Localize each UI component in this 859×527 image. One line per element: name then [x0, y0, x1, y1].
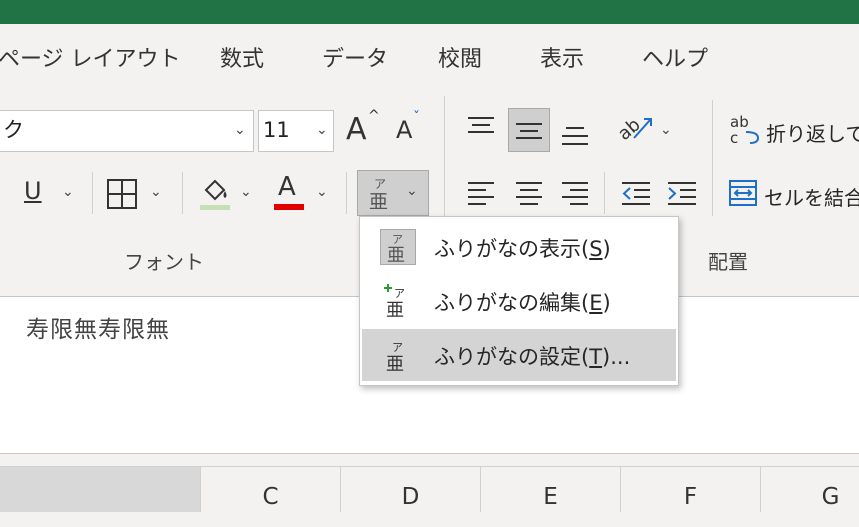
column-header-f[interactable]: F [620, 467, 760, 512]
align-right-icon[interactable] [560, 178, 590, 208]
font-color-icon: A [278, 172, 296, 202]
svg-text:c: c [730, 129, 738, 146]
increase-font-size-button[interactable]: A ^ [346, 108, 380, 148]
svg-text:亜: 亜 [386, 300, 404, 319]
phonetic-guide-icon: ア 亜 [369, 177, 388, 211]
tab-review[interactable]: 校閲 [438, 41, 482, 73]
phonetic-guide-button[interactable]: ア 亜 ⌄ [357, 170, 429, 216]
align-center-icon[interactable] [514, 178, 544, 208]
tab-data[interactable]: データ [322, 41, 388, 73]
orientation-icon[interactable]: ab [618, 110, 654, 144]
caret-up-icon: ^ [368, 108, 380, 124]
column-header-e[interactable]: E [480, 467, 620, 512]
cell-content: 寿限無寿限無 [26, 317, 170, 343]
decrease-font-size-button[interactable]: A ˇ [396, 110, 430, 150]
menu-item-phonetic-settings[interactable]: ア 亜 ふりがなの設定(T)... [362, 329, 676, 381]
menu-item-edit-phonetic[interactable]: ア 亜 ふりがなの編集(E) [362, 275, 676, 327]
column-header-c[interactable]: C [200, 467, 340, 512]
merge-button[interactable]: セルを結合 [764, 182, 859, 211]
phonetic-dropdown-chevron-down-icon: ⌄ [406, 183, 418, 199]
fill-color-dropdown-chevron-down-icon[interactable]: ⌄ [240, 184, 252, 200]
ribbon-tabs: ページ レイアウト 数式 データ 校閲 表示 ヘルプ [0, 24, 859, 86]
divider [346, 172, 347, 214]
underline-button[interactable]: U [24, 177, 42, 205]
tab-formulas[interactable]: 数式 [220, 41, 264, 73]
middle-align-button[interactable] [508, 108, 550, 152]
alignment-group-label: 配置 [708, 250, 748, 274]
wrap-text-button[interactable]: 折り返して [766, 118, 859, 147]
shrink-font-icon: A [396, 116, 413, 144]
merge-center-icon[interactable] [728, 178, 758, 208]
divider [604, 172, 605, 214]
font-size-value: 11 [263, 118, 290, 142]
top-align-icon[interactable] [466, 112, 496, 142]
phonetic-edit-icon: ア 亜 [380, 283, 416, 321]
borders-dropdown-chevron-down-icon[interactable]: ⌄ [150, 184, 162, 200]
bottom-align-icon[interactable] [560, 118, 590, 148]
svg-text:ア: ア [392, 341, 403, 354]
font-name-dropdown-chevron-down-icon[interactable]: ⌄ [234, 122, 246, 138]
divider [712, 100, 713, 216]
svg-text:亜: 亜 [386, 354, 404, 373]
svg-text:ア: ア [374, 177, 386, 191]
grow-font-icon: A [346, 112, 367, 147]
phonetic-dropdown-menu: ア 亜 ふりがなの表示(S) ア 亜 ふりがなの編集(E) ア 亜 ふりがなの設… [359, 216, 679, 386]
font-name-value: ク [3, 118, 24, 142]
divider [182, 172, 183, 214]
tab-help[interactable]: ヘルプ [642, 41, 708, 73]
tab-view[interactable]: 表示 [540, 41, 584, 73]
divider [92, 172, 93, 214]
underline-dropdown-chevron-down-icon[interactable]: ⌄ [62, 184, 74, 200]
column-headers: C D E F G [0, 466, 859, 512]
title-bar [0, 0, 859, 24]
font-group-label: フォント [124, 250, 204, 274]
column-header-g[interactable]: G [760, 467, 859, 512]
fill-color-icon[interactable] [198, 174, 232, 212]
svg-text:ア: ア [394, 287, 405, 300]
orientation-dropdown-chevron-down-icon[interactable]: ⌄ [660, 122, 672, 138]
phonetic-settings-icon: ア 亜 [380, 337, 416, 375]
font-color-button[interactable]: A [272, 172, 306, 212]
wrap-text-icon[interactable]: ab c [728, 112, 762, 146]
middle-align-icon [516, 123, 542, 139]
menu-item-show-phonetic[interactable]: ア 亜 ふりがなの表示(S) [362, 221, 676, 273]
column-header-d[interactable]: D [340, 467, 480, 512]
phonetic-show-icon: ア 亜 [380, 229, 416, 266]
font-size-dropdown-chevron-down-icon[interactable]: ⌄ [316, 122, 328, 138]
svg-text:亜: 亜 [369, 191, 388, 211]
column-header-selected[interactable] [0, 467, 200, 512]
caret-down-icon: ˇ [413, 110, 420, 126]
tab-page-layout[interactable]: ページ レイアウト [0, 41, 181, 73]
font-color-dropdown-chevron-down-icon[interactable]: ⌄ [316, 184, 328, 200]
svg-text:亜: 亜 [387, 245, 405, 264]
font-color-swatch [274, 204, 304, 210]
decrease-indent-icon[interactable] [620, 178, 652, 208]
align-left-icon[interactable] [466, 178, 496, 208]
borders-icon[interactable] [106, 178, 138, 210]
increase-indent-icon[interactable] [666, 178, 698, 208]
font-name-field[interactable]: ク [0, 110, 254, 152]
